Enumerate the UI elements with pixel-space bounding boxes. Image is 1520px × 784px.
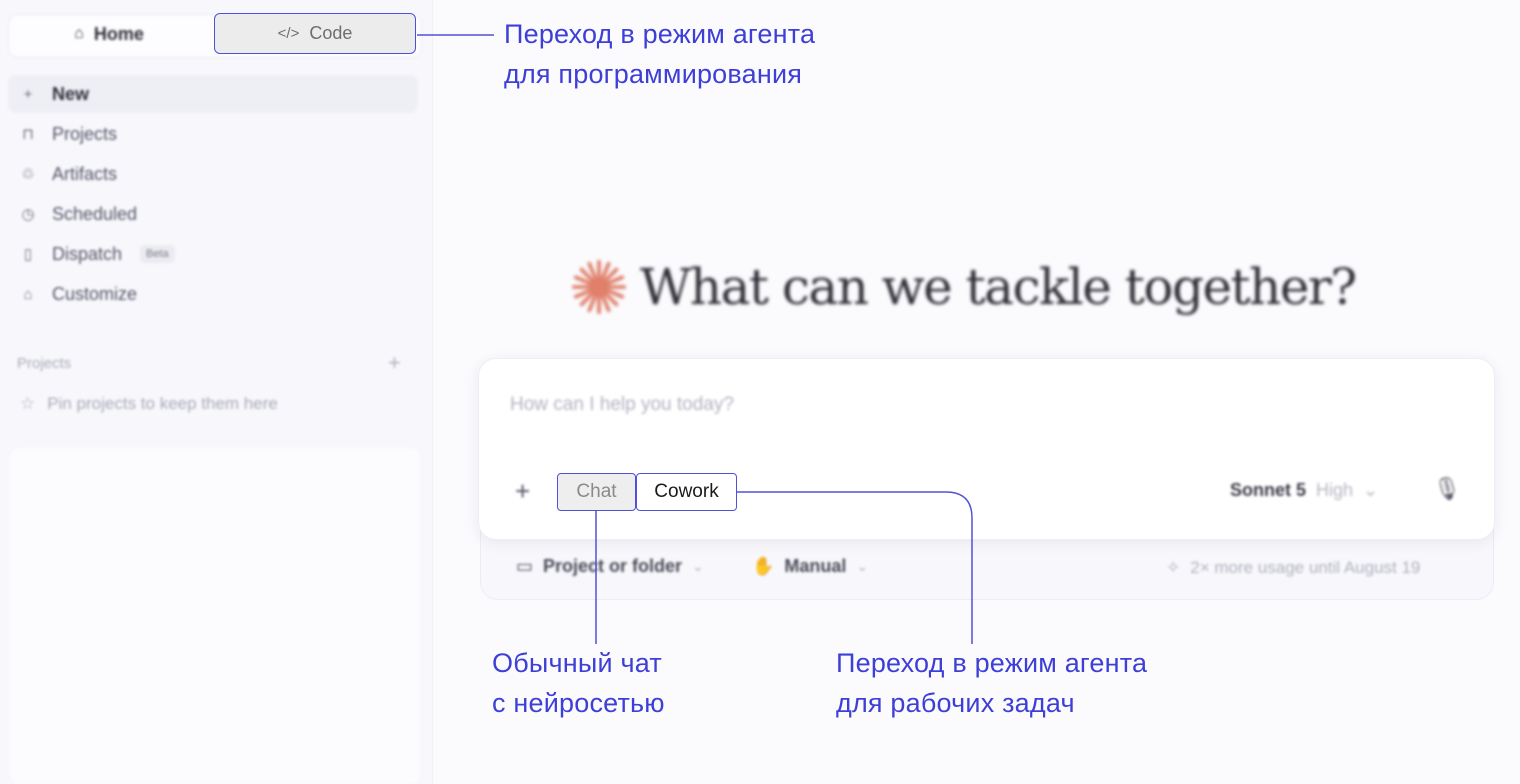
annotation-chat: Обычный чат с нейросетью bbox=[492, 648, 665, 718]
annotation-lines bbox=[417, 34, 973, 644]
cowork-leader-line bbox=[737, 491, 973, 644]
annotation-code: Переход в режим агента для программирова… bbox=[504, 19, 816, 89]
annotation-cowork: Переход в режим агента для рабочих задач bbox=[836, 648, 1148, 718]
